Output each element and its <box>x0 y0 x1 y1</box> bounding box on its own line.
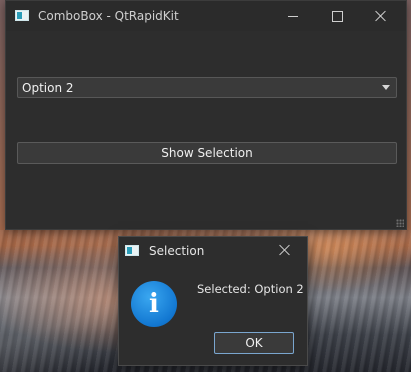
title-bar[interactable]: ComboBox - QtRapidKit <box>6 1 406 31</box>
ok-button[interactable]: OK <box>214 332 294 354</box>
close-button[interactable] <box>358 1 404 31</box>
dialog-close-icon[interactable] <box>279 244 291 256</box>
main-window: ComboBox - QtRapidKit Option 2 Show Sele… <box>5 0 407 230</box>
dialog-message: Selected: Option 2 <box>197 282 304 296</box>
window-title: ComboBox - QtRapidKit <box>38 9 179 23</box>
show-selection-button[interactable]: Show Selection <box>17 142 397 164</box>
selection-dialog: Selection i Selected: Option 2 OK <box>118 236 308 366</box>
resize-grip[interactable] <box>396 219 404 227</box>
combobox-selected-value: Option 2 <box>22 81 74 95</box>
dialog-title: Selection <box>149 244 205 258</box>
maximize-icon <box>331 10 343 22</box>
dialog-app-icon <box>125 245 139 256</box>
info-icon: i <box>131 281 177 327</box>
dialog-title-bar[interactable]: Selection <box>119 237 307 265</box>
minimize-icon <box>288 15 298 17</box>
minimize-button[interactable] <box>270 1 316 31</box>
chevron-down-icon <box>382 85 390 90</box>
option-combobox[interactable]: Option 2 <box>17 77 397 98</box>
close-icon <box>375 10 387 22</box>
maximize-button[interactable] <box>314 1 360 31</box>
app-icon <box>15 10 29 21</box>
